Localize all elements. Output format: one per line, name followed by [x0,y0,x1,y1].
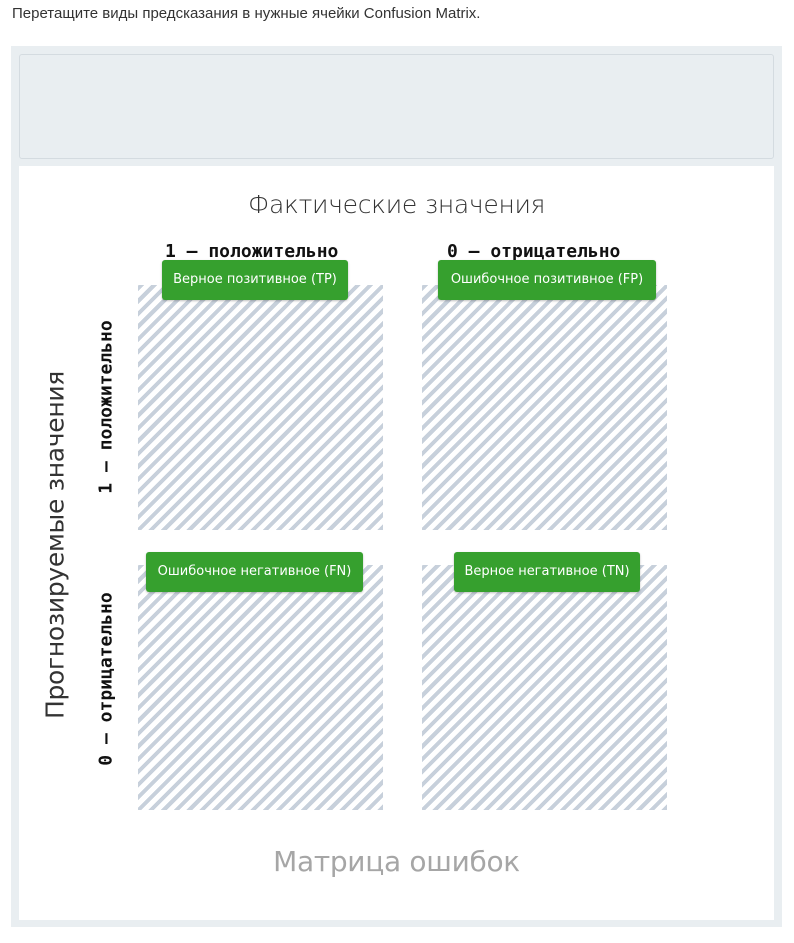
drop-cell-tn[interactable] [422,565,667,810]
instruction-text: Перетащите виды предсказания в нужные яч… [12,5,481,22]
column-label-positive: 1 — положительно [165,241,339,262]
drop-cell-tp[interactable] [138,285,383,530]
row-label-positive: 1 — положительно [95,320,117,494]
drop-cell-fp[interactable] [422,285,667,530]
matrix-caption: Матрица ошибок [273,845,520,878]
drag-source-pool[interactable] [19,54,774,159]
chip-false-positive[interactable]: Ошибочное позитивное (FP) [438,260,656,300]
column-label-negative: 0 — отрицательно [447,241,621,262]
actual-values-title: Фактические значения [247,190,546,219]
chip-true-negative[interactable]: Верное негативное (TN) [454,552,640,592]
drop-cell-fn[interactable] [138,565,383,810]
predicted-values-title: Прогнозируемые значения [40,370,70,720]
row-label-negative: 0 — отрицательно [95,592,117,766]
chip-false-negative[interactable]: Ошибочное негативное (FN) [146,552,363,592]
chip-true-positive[interactable]: Верное позитивное (TP) [162,260,348,300]
